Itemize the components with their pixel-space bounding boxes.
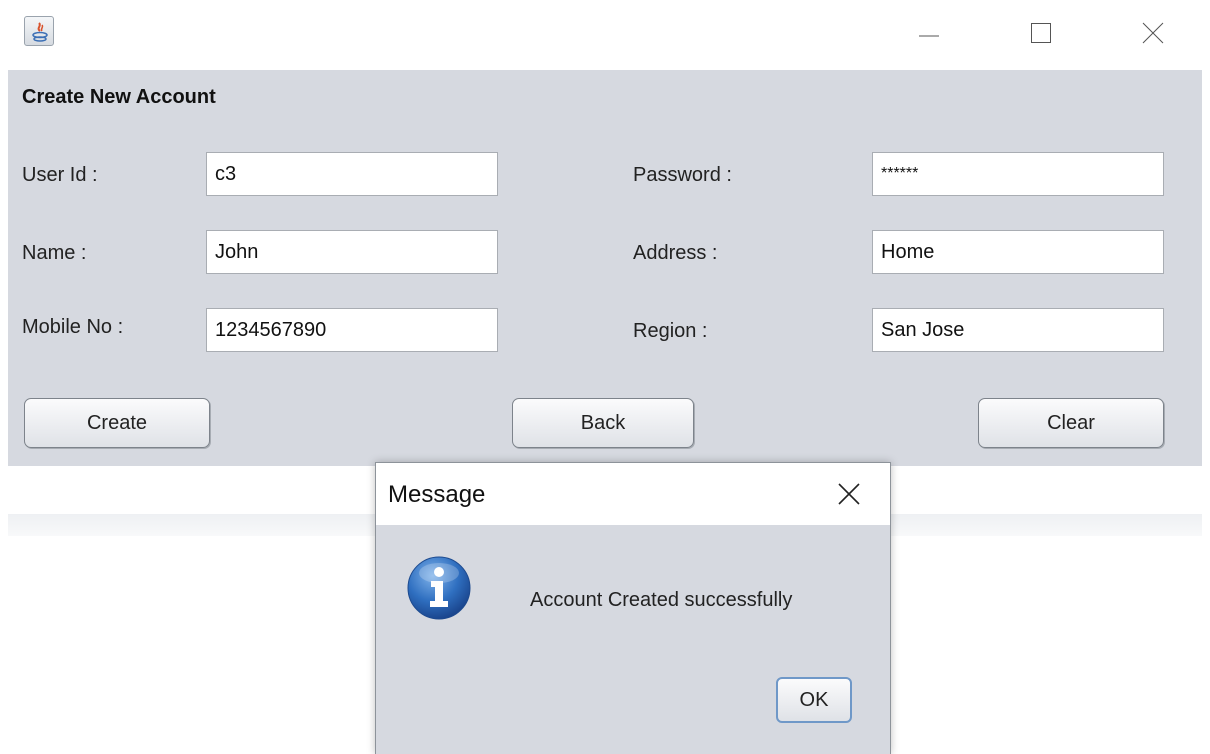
region-label: Region : bbox=[633, 320, 708, 342]
create-button[interactable]: Create bbox=[24, 398, 210, 448]
minimize-icon[interactable] bbox=[906, 14, 952, 54]
window-titlebar bbox=[0, 0, 1210, 70]
java-app-icon bbox=[24, 16, 54, 46]
form-heading: Create New Account bbox=[22, 86, 216, 108]
message-dialog: Message Account Created successfully OK bbox=[375, 462, 891, 754]
user-id-field[interactable] bbox=[206, 152, 498, 196]
ok-button[interactable]: OK bbox=[776, 677, 852, 723]
address-label: Address : bbox=[633, 242, 718, 264]
dialog-title: Message bbox=[388, 481, 486, 508]
region-field[interactable] bbox=[872, 308, 1164, 352]
back-button[interactable]: Back bbox=[512, 398, 694, 448]
dialog-close-icon[interactable] bbox=[834, 479, 864, 509]
mobile-no-label: Mobile No : bbox=[22, 316, 124, 338]
user-id-label: User Id : bbox=[22, 164, 98, 186]
clear-button[interactable]: Clear bbox=[978, 398, 1164, 448]
name-label: Name : bbox=[22, 242, 87, 264]
dialog-titlebar: Message bbox=[376, 463, 890, 525]
info-icon bbox=[406, 555, 472, 621]
close-icon[interactable] bbox=[1130, 14, 1176, 54]
maximize-icon[interactable] bbox=[1018, 14, 1064, 54]
name-field[interactable] bbox=[206, 230, 498, 274]
password-label: Password : bbox=[633, 164, 732, 186]
create-account-panel: Create New Account User Id : Password : … bbox=[8, 70, 1202, 466]
address-field[interactable] bbox=[872, 230, 1164, 274]
dialog-message: Account Created successfully bbox=[530, 589, 793, 611]
password-field[interactable] bbox=[872, 152, 1164, 196]
mobile-no-field[interactable] bbox=[206, 308, 498, 352]
